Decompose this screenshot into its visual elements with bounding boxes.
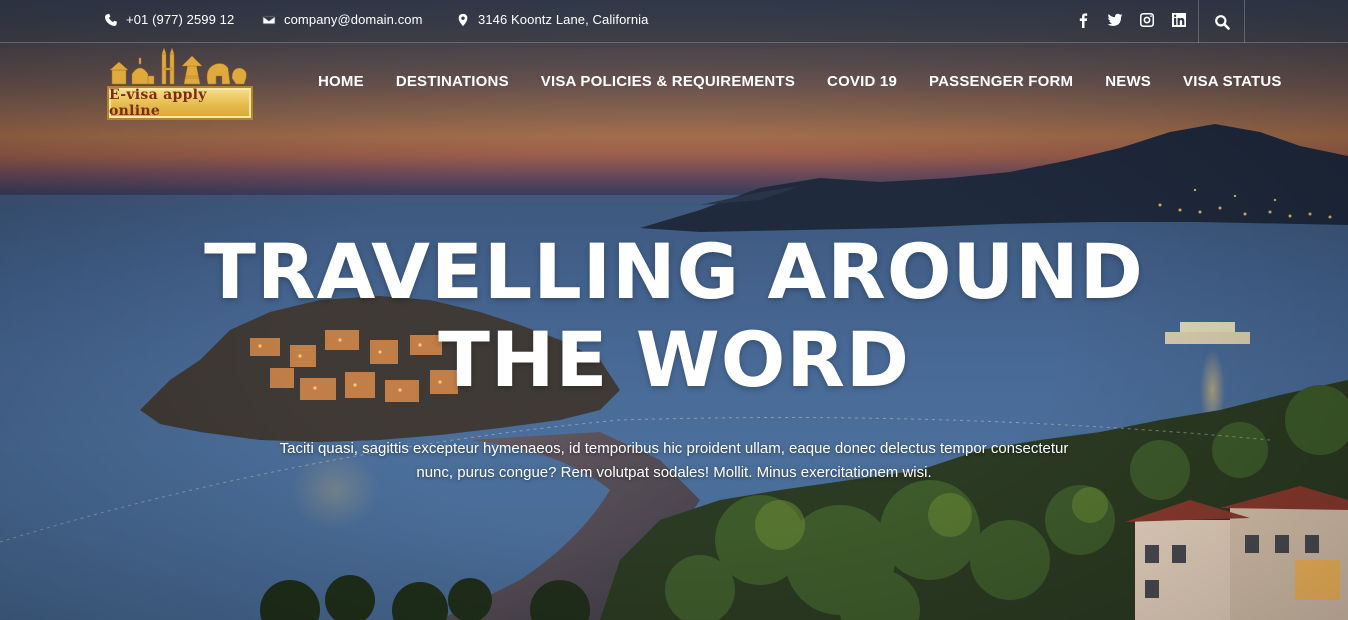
- hero-subtext-line-1: Taciti quasi, sagittis excepteur hymenae…: [279, 440, 1069, 457]
- address-text: 3146 Koontz Lane, California: [478, 12, 649, 27]
- nav-item-visa-status[interactable]: VISA STATUS: [1183, 73, 1282, 90]
- nav-item-passenger-form[interactable]: PASSENGER FORM: [929, 73, 1073, 90]
- hero-subtext-line-2: nunc, purus congue? Rem volutpat sodales…: [416, 464, 932, 481]
- main-navigation: HOME DESTINATIONS VISA POLICIES & REQUIR…: [318, 73, 1282, 90]
- hero-subtext: Taciti quasi, sagittis excepteur hymenae…: [244, 437, 1104, 485]
- nav-item-covid-19[interactable]: COVID 19: [827, 73, 897, 90]
- nav-item-news[interactable]: NEWS: [1105, 73, 1151, 90]
- nav-item-home[interactable]: HOME: [318, 73, 364, 90]
- hero-headline-line-1: TRAVELLING AROUND: [204, 227, 1144, 316]
- hero-section: +01 (977) 2599 12 company@domain.com 314…: [0, 0, 1348, 620]
- phone-number-text: +01 (977) 2599 12: [126, 12, 235, 27]
- map-pin-icon: [458, 13, 468, 26]
- email-address-text: company@domain.com: [284, 12, 423, 27]
- hero-headline-line-2: THE WORD: [438, 315, 910, 404]
- nav-item-visa-policies[interactable]: VISA POLICIES & REQUIREMENTS: [541, 73, 795, 90]
- search-button[interactable]: [1198, 0, 1245, 43]
- facebook-icon[interactable]: [1074, 11, 1092, 29]
- linkedin-icon[interactable]: [1170, 11, 1188, 29]
- logo-banner: E-visa apply online: [107, 86, 253, 120]
- top-contact-bar: +01 (977) 2599 12 company@domain.com 314…: [0, 0, 1348, 43]
- hero-headline: TRAVELLING AROUND THE WORD: [0, 228, 1348, 404]
- logo-text: E-visa apply online: [109, 87, 207, 119]
- nav-item-destinations[interactable]: DESTINATIONS: [396, 73, 509, 90]
- search-icon: [1214, 14, 1230, 30]
- phone-icon: [105, 13, 117, 26]
- envelope-icon: [262, 15, 276, 24]
- site-logo[interactable]: E-visa apply online: [104, 48, 254, 124]
- instagram-icon[interactable]: [1138, 11, 1156, 29]
- twitter-icon[interactable]: [1106, 11, 1124, 29]
- email-contact[interactable]: company@domain.com: [262, 12, 423, 27]
- address-contact: 3146 Koontz Lane, California: [456, 12, 648, 27]
- landmarks-logo-icon: [109, 48, 247, 85]
- phone-contact[interactable]: +01 (977) 2599 12: [104, 12, 234, 27]
- social-links: [1074, 11, 1188, 29]
